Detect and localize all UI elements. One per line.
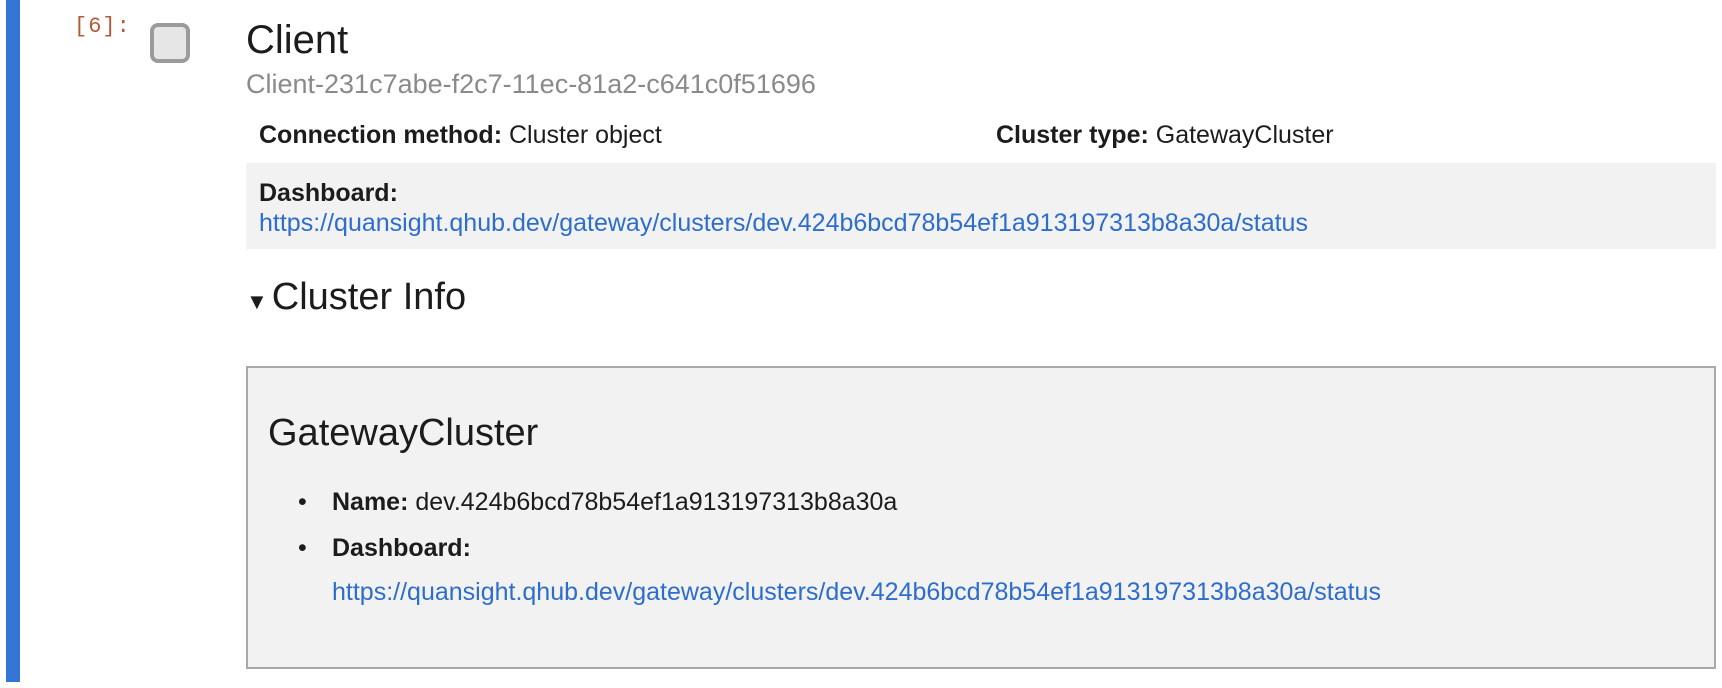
dashboard-link[interactable]: https://quansight.qhub.dev/gateway/clust…	[259, 209, 1308, 238]
bullet-icon: •	[298, 534, 307, 562]
list-item-name: • Name: dev.424b6bcd78b54ef1a913197313b8…	[268, 488, 897, 534]
bullet-icon: •	[298, 488, 307, 516]
cluster-dashboard-label: Dashboard:	[332, 534, 471, 562]
connection-method-label: Connection method:	[259, 121, 503, 149]
notebook-cell[interactable]: [6]: Client Client-231c7abe-f2c7-11ec-81…	[0, 0, 1722, 688]
cluster-heading: GatewayCluster	[268, 412, 539, 454]
client-id: Client-231c7abe-f2c7-11ec-81a2-c641c0f51…	[246, 69, 816, 99]
cluster-details-list: • Name: dev.424b6bcd78b54ef1a913197313b8…	[268, 488, 1381, 624]
cluster-type-label: Cluster type:	[996, 121, 1149, 149]
execution-prompt: [6]:	[74, 14, 131, 39]
list-item-dashboard: • Dashboard: https://quansight.qhub.dev/…	[268, 534, 1381, 624]
cluster-type: Cluster type: GatewayCluster	[996, 121, 1334, 150]
cluster-name-label: Name:	[332, 488, 409, 516]
cluster-info-panel: GatewayCluster • Name: dev.424b6bcd78b54…	[246, 366, 1716, 669]
caret-down-icon: ▼	[246, 288, 268, 314]
cluster-info-toggle[interactable]: ▼ Cluster Info	[246, 276, 466, 319]
active-cell-indicator	[6, 0, 20, 682]
client-logo-icon	[150, 23, 190, 63]
cluster-type-value: GatewayCluster	[1155, 121, 1334, 149]
client-title: Client	[246, 18, 349, 62]
connection-method-value: Cluster object	[508, 121, 662, 149]
cluster-name-value: dev.424b6bcd78b54ef1a913197313b8a30a	[415, 488, 898, 516]
cluster-info-summary-label: Cluster Info	[271, 276, 467, 318]
connection-method: Connection method: Cluster object	[259, 121, 662, 150]
dashboard-row: Dashboard: https://quansight.qhub.dev/ga…	[246, 163, 1716, 249]
cluster-dashboard-link[interactable]: https://quansight.qhub.dev/gateway/clust…	[332, 578, 1381, 607]
dashboard-label: Dashboard:	[259, 179, 398, 207]
